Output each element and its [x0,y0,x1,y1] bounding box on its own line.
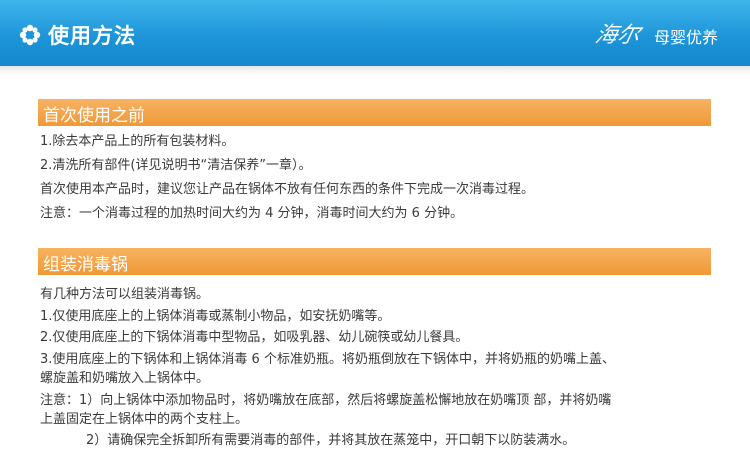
text-line: 2）请确保完全拆卸所有需要消毒的部件，并将其放在蒸笼中，开口朝下以防装满水。 [86,433,576,448]
page-title: 使用方法 [48,24,136,48]
text-line: 上盖固定在上锅体中的两个支柱上。 [40,412,249,427]
text-line: 2.仅使用底座上的下锅体消毒中型物品，如吸乳器、幼儿碗筷或幼儿餐具。 [40,330,469,345]
text-line: 螺旋盖和奶嘴放入上锅体中。 [40,371,210,386]
brand-tagline: 母婴优养 [654,28,719,47]
section-title: 组装消毒锅 [43,255,128,275]
text-line: 3.使用底座上的下锅体和上锅体消毒 6 个标准奶瓶。将奶瓶倒放在下锅体中，并将奶… [40,352,615,367]
text-line: 首次使用本产品时，建议您让产品在锅体不放有任何东西的条件下完成一次消毒过程。 [40,182,535,197]
section-header-assembly: 组装消毒锅 [38,248,711,275]
brand-logo: 海尔 [592,23,643,48]
text-line: 注意：1）向上锅体中添加物品时，将奶嘴放在底部，然后将螺旋盖松懈地放在奶嘴顶 部… [40,393,612,408]
section-title: 首次使用之前 [43,106,145,126]
header-shadow [0,66,750,74]
text-line: 有几种方法可以组装消毒锅。 [40,287,210,302]
flower-icon [19,24,41,46]
text-line: 1.仅使用底座上的上锅体消毒或蒸制小物品，如安抚奶嘴等。 [40,309,391,324]
text-line: 2.清洗所有部件(详见说明书“清洁保养”一章）。 [40,158,312,173]
section-header-first-use: 首次使用之前 [38,99,711,126]
text-line: 1.除去本产品上的所有包装材料。 [40,134,235,149]
text-line: 注意：一个消毒过程的加热时间大约为 4 分钟，消毒时间大约为 6 分钟。 [40,206,464,221]
header-bar: 使用方法 海尔 母婴优养 [0,0,750,66]
